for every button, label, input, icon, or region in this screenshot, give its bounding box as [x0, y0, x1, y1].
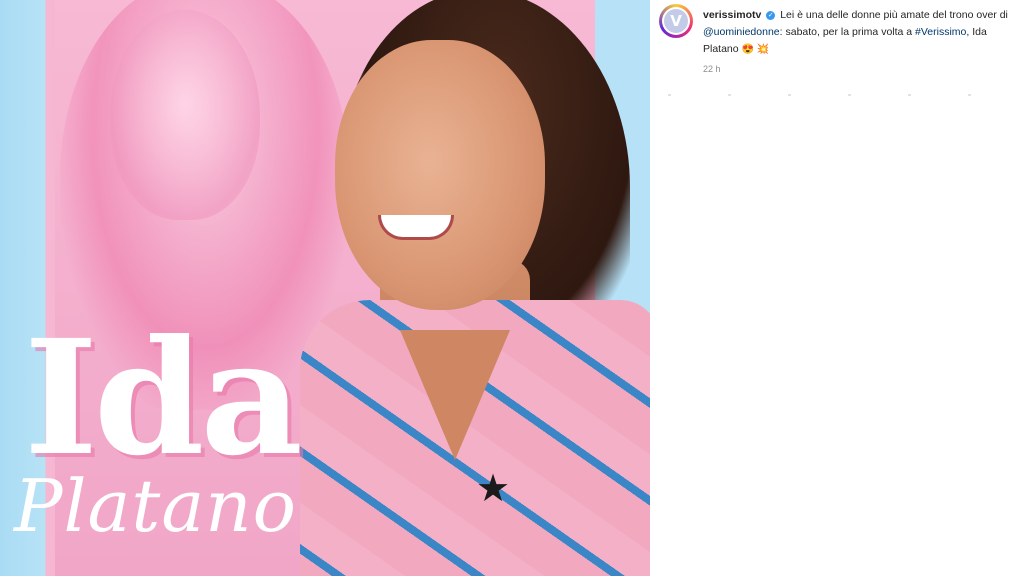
post-sidebar — [650, 0, 1024, 576]
avatar[interactable]: V — [659, 4, 693, 38]
timestamp[interactable]: 22 h — [703, 64, 721, 74]
verissimo-logo-icon: V — [664, 9, 688, 33]
verified-badge-icon: ✓ — [766, 10, 776, 20]
caption-text-2: : sabato, per la prima volta a — [779, 26, 916, 38]
loading-placeholder — [668, 94, 1018, 96]
face — [335, 40, 545, 310]
mention-link[interactable]: @uominiedonne — [703, 26, 780, 38]
shirt-neckline — [400, 330, 510, 460]
username-link[interactable]: verissimotv — [703, 9, 761, 21]
star-icon: ★ — [476, 468, 511, 510]
caption: verissimotv ✓ Lei è una delle donne più … — [703, 7, 1021, 58]
caption-text: Lei è una delle donne più amate del tron… — [780, 9, 1008, 21]
post-image[interactable]: ★ Ida Platano — [0, 0, 650, 576]
title-last-name: Platano — [14, 464, 297, 548]
ghost-face — [110, 10, 260, 220]
hashtag-link[interactable]: #Verissimo — [915, 26, 966, 38]
avatar-ring: V — [662, 7, 690, 35]
title-first-name: Ida — [24, 306, 303, 491]
emoji-icons: 😍 💥 — [741, 44, 770, 55]
